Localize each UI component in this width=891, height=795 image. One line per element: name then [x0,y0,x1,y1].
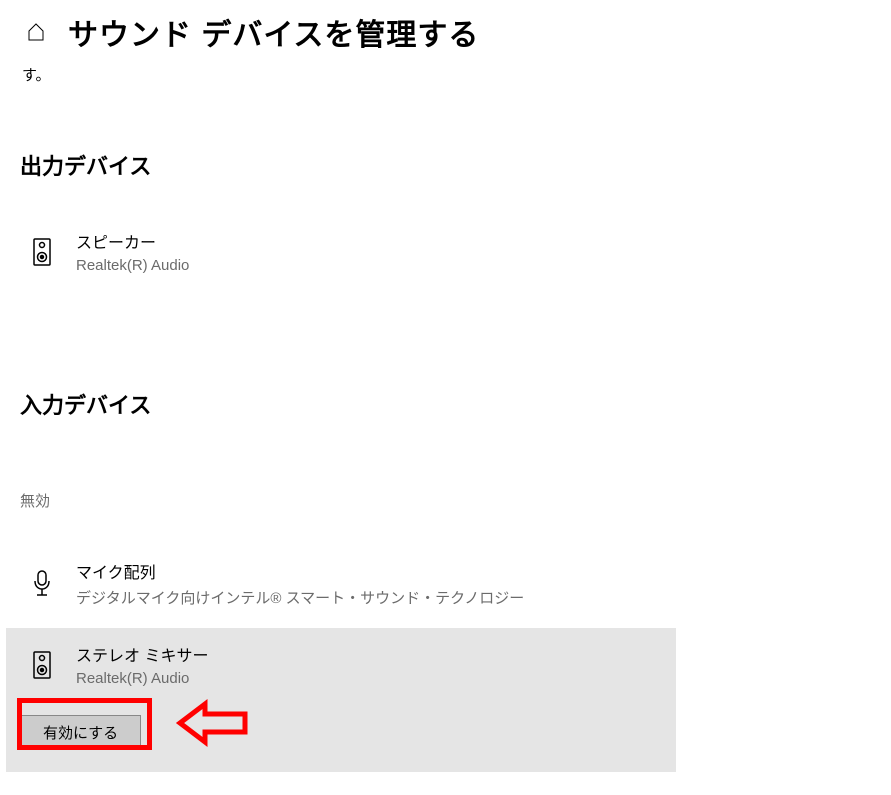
home-icon [26,22,46,42]
device-desc: Realtek(R) Audio [76,670,208,687]
home-button[interactable] [20,16,52,48]
device-action-panel: 有効にする [6,701,676,772]
microphone-icon [31,569,53,599]
device-desc: デジタルマイク向けインテル® スマート・サウンド・テクノロジー [76,587,524,608]
output-heading: 出力デバイス [20,149,891,181]
input-heading: 入力デバイス [20,388,891,420]
enable-button[interactable]: 有効にする [20,715,141,750]
device-name: ステレオ ミキサー [76,642,208,666]
output-device-speaker[interactable]: スピーカー Realtek(R) Audio [6,215,676,288]
device-name: スピーカー [76,229,189,253]
input-device-mic-array[interactable]: マイク配列 デジタルマイク向けインテル® スマート・サウンド・テクノロジー [6,545,676,622]
input-device-stereo-mixer[interactable]: ステレオ ミキサー Realtek(R) Audio [6,628,676,701]
device-name: マイク配列 [76,559,524,583]
speaker-icon [32,650,52,680]
page-title: サウンド デバイスを管理する [68,10,479,54]
partial-text: す。 [22,64,891,85]
disabled-label: 無効 [20,490,891,511]
speaker-icon [32,237,52,267]
device-desc: Realtek(R) Audio [76,257,189,274]
